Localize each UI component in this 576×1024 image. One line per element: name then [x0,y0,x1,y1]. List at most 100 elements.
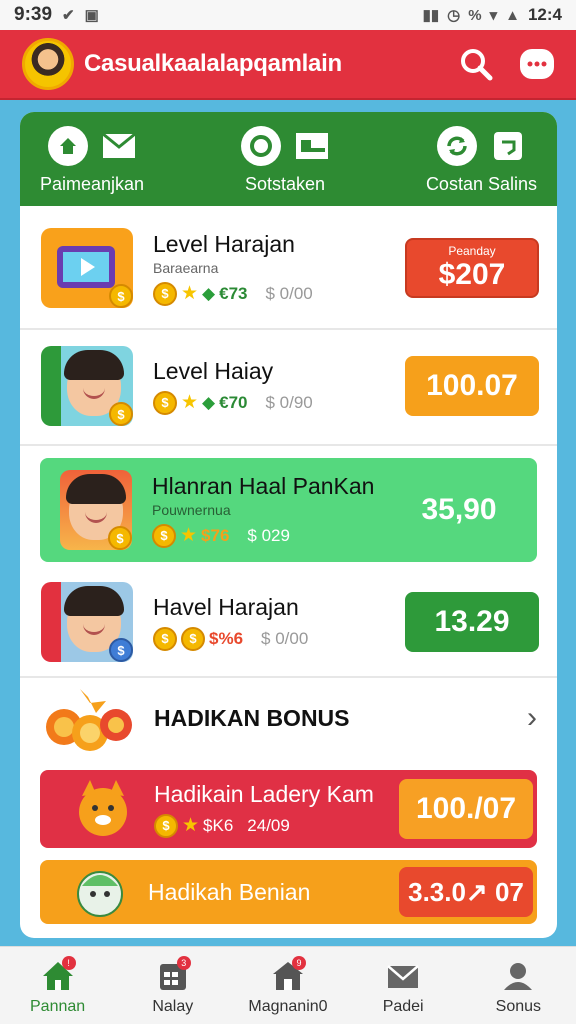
coin-pile-icon [46,689,132,751]
nav-label: Sonus [495,997,542,1015]
gem-icon: ◆ [202,392,216,412]
card-icon [295,131,329,161]
divider [20,444,557,446]
notification-badge: 9 [291,955,306,970]
stat-value: €73 [219,283,248,303]
coin-icon: $ [153,281,177,306]
stat-value: $%6 [209,628,244,648]
game-thumbnail: $ [41,346,133,426]
list-item[interactable]: $ Level Haiay $ ★ ◆ €70 $ 0/90 100.07 [20,346,557,426]
chat-icon [527,61,547,67]
profile-icon [498,956,538,996]
stat-value-secondary: $ 0/90 [265,392,313,412]
stat-value-secondary: $ 0/00 [265,283,313,303]
alarm-icon: ◷ [447,7,461,24]
item-title: Havel Harajan [153,593,299,620]
mail-icon [383,956,423,996]
list-item-highlighted[interactable]: $ Hlanran Haal PanKan Pouwnernua $ ★ $76… [40,458,537,562]
stat-value: €70 [219,392,248,412]
nav-item-home[interactable]: ! Pannan [8,955,108,1016]
nav-label: Padei [382,997,424,1015]
search-button[interactable] [454,42,498,86]
nav-item-profile[interactable]: Sonus [468,956,568,1016]
tablet-icon [57,246,115,288]
battery-icon: ▲ [505,6,520,24]
item-stats: $ ★ ◆ €73 $ 0/00 [153,281,405,306]
category-bar: Paimeanjkan Sotstaken Costan Salins [20,112,557,206]
item-stats: $ ★ ◆ €70 $ 0/90 [153,390,405,415]
promo-price: 3.3.0↗ 07 [408,876,524,907]
home-circle-icon [48,126,89,166]
chevron-right-icon[interactable]: › [527,701,537,735]
category-label: Sotstaken [244,174,326,194]
star-icon: ★ [180,525,198,546]
avatar[interactable] [22,38,74,90]
nav-item-store[interactable]: 9 Magnanin0 [238,955,338,1016]
promo-banner[interactable]: Hadikain Ladery Kam $ ★ $K6 24/09 100./0… [40,770,537,848]
notification-badge: ! [61,955,76,970]
item-title: Level Haiay [153,357,274,384]
price-value: $207 [438,258,506,291]
price-value: 35,90 [421,493,497,526]
calendar-icon: 3 [153,955,193,996]
status-bar: 9:39 ✔ ▣ ▮▮ ◷ % ▾ ▲ 12:4 [0,0,576,30]
promo-price-button[interactable]: 100./07 [399,779,533,839]
nav-item-mail[interactable]: Padei [353,956,453,1016]
star-icon: ★ [181,392,199,413]
game-thumbnail: $ [41,582,133,662]
item-title: Hlanran Haal PanKan [152,472,375,499]
game-thumbnail: $ [41,228,133,308]
bottom-nav: ! Pannan 3 Nalay 9 Magnanin0 Padei Sonus [0,946,576,1024]
category-2[interactable]: Costan Salins [426,124,537,206]
category-label: Paimeanjkan [40,174,145,194]
category-1[interactable]: Sotstaken [241,124,329,206]
price-button[interactable]: Peanday $207 [405,238,539,298]
chat-button[interactable] [520,49,554,79]
coin-icon: $ [109,638,133,662]
item-title: Level Harajan [153,230,295,257]
status-time: 9:39 [14,4,53,25]
app-title: Casualkaalalapqamlain [84,50,342,77]
nav-label: Nalay [152,997,194,1015]
price-button[interactable]: 35,90 [399,480,519,540]
item-subtitle: Pouwnernua [152,501,231,518]
price-value: 13.29 [434,605,510,638]
promo-price: 100./07 [415,792,517,825]
mail-icon [102,131,136,161]
app-header: Casualkaalalapqamlain [0,30,576,100]
category-0[interactable]: Paimeanjkan [40,124,144,206]
stat-value-secondary: $ 0/00 [261,628,309,648]
coin-icon: $ [109,402,133,426]
promo-title: Hadikah Benian [148,878,311,905]
category-label: Costan Salins [425,174,537,194]
price-value: 100.07 [426,369,518,402]
search-icon [461,49,493,81]
list-item[interactable]: $ Level Harajan Baraearna $ ★ ◆ €73 $ 0/… [20,228,557,308]
promo-price-button[interactable]: 3.3.0↗ 07 [399,867,533,917]
nav-label: Magnanin0 [248,997,328,1015]
coin-icon: $ [152,523,176,548]
item-stats: $ $ $%6 $ 0/00 [153,626,405,651]
price-label: Peanday [448,244,496,258]
signal-bars-icon: ▮▮ [422,7,440,24]
coin-icon: $ [153,626,177,651]
store-icon: 9 [268,955,308,996]
nav-item-calendar[interactable]: 3 Nalay [123,955,223,1016]
dog-mascot-icon [79,780,127,836]
list-item[interactable]: $ Havel Harajan $ $ $%6 $ 0/00 13.29 [20,582,557,662]
ring-icon [241,126,281,166]
price-button[interactable]: 100.07 [405,356,539,416]
coin-icon: $ [153,390,177,415]
nav-label: Pannan [30,997,86,1015]
note-icon [491,131,525,161]
price-button[interactable]: 13.29 [405,592,539,652]
refresh-icon [437,126,478,166]
coin-icon: $ [181,626,205,651]
coin-icon: $ [108,526,132,550]
home-icon: ! [38,955,78,996]
stat-value: $76 [201,525,230,545]
bonus-row[interactable]: HADIKAN BONUS › [20,678,557,758]
promo-banner[interactable]: Hadikah Benian 3.3.0↗ 07 [40,860,537,924]
item-stats: $ ★ $76 $ 029 [152,523,399,548]
bonus-title: HADIKAN BONUS [154,704,350,731]
